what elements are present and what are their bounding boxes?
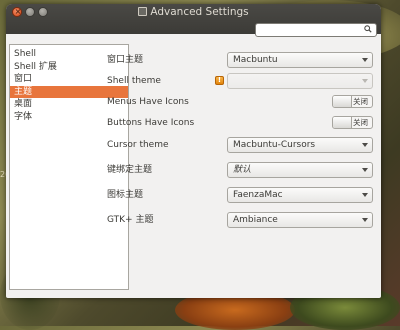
- setting-row-shell-theme: Shell theme !: [107, 73, 377, 89]
- chevron-down-icon: [362, 143, 368, 147]
- window-theme-combo[interactable]: Macbuntu: [227, 52, 373, 68]
- keybinding-theme-value: 默认: [233, 165, 252, 175]
- title-bar[interactable]: × Advanced Settings: [6, 4, 381, 37]
- search-input[interactable]: [255, 23, 377, 37]
- buttons-have-icons-toggle[interactable]: 关闭: [332, 116, 373, 129]
- cursor-theme-value: Macbuntu-Cursors: [233, 140, 316, 150]
- window-theme-label: 窗口主题: [107, 55, 144, 65]
- buttons-have-icons-state: 关闭: [353, 118, 368, 127]
- setting-row-cursor-theme: Cursor theme Macbuntu-Cursors: [107, 137, 377, 153]
- icon-theme-value: FaenzaMac: [233, 190, 283, 200]
- toggle-knob: [333, 96, 352, 107]
- setting-row-icon-theme: 图标主题 FaenzaMac: [107, 187, 377, 203]
- chevron-down-icon: [362, 193, 368, 197]
- search-icon: [364, 25, 372, 33]
- chevron-down-icon: [362, 168, 368, 172]
- setting-row-menus-have-icons: Menus Have Icons 关闭: [107, 94, 377, 110]
- icon-theme-label: 图标主题: [107, 190, 144, 200]
- setting-row-buttons-have-icons: Buttons Have Icons 关闭: [107, 115, 377, 131]
- menus-have-icons-label: Menus Have Icons: [107, 97, 189, 107]
- keybinding-theme-combo[interactable]: 默认: [227, 162, 373, 178]
- app-icon: [138, 7, 148, 16]
- keybinding-theme-label: 键绑定主题: [107, 165, 153, 175]
- icon-theme-combo[interactable]: FaenzaMac: [227, 187, 373, 203]
- warning-icon: !: [215, 76, 224, 85]
- setting-row-gtk-theme: GTK+ 主题 Ambiance: [107, 212, 377, 228]
- chevron-down-icon: [362, 218, 368, 222]
- shell-theme-combo[interactable]: [227, 73, 373, 89]
- chevron-down-icon: [362, 58, 368, 62]
- cursor-theme-combo[interactable]: Macbuntu-Cursors: [227, 137, 373, 153]
- buttons-have-icons-label: Buttons Have Icons: [107, 118, 195, 128]
- menus-have-icons-state: 关闭: [353, 97, 368, 106]
- menus-have-icons-toggle[interactable]: 关闭: [332, 95, 373, 108]
- shell-theme-label: Shell theme: [107, 76, 161, 86]
- chevron-down-icon: [362, 79, 368, 83]
- setting-row-window-theme: 窗口主题 Macbuntu: [107, 52, 377, 68]
- advanced-settings-window: × Advanced Settings Shell Shell 扩展 窗口 主题…: [6, 4, 381, 298]
- setting-row-keybinding-theme: 键绑定主题 默认: [107, 162, 377, 178]
- gtk-theme-label: GTK+ 主题: [107, 215, 154, 225]
- gtk-theme-value: Ambiance: [233, 215, 278, 225]
- cursor-theme-label: Cursor theme: [107, 140, 169, 150]
- toggle-knob: [333, 117, 352, 128]
- window-title: Advanced Settings: [6, 5, 381, 19]
- gtk-theme-combo[interactable]: Ambiance: [227, 212, 373, 228]
- window-theme-value: Macbuntu: [233, 55, 278, 65]
